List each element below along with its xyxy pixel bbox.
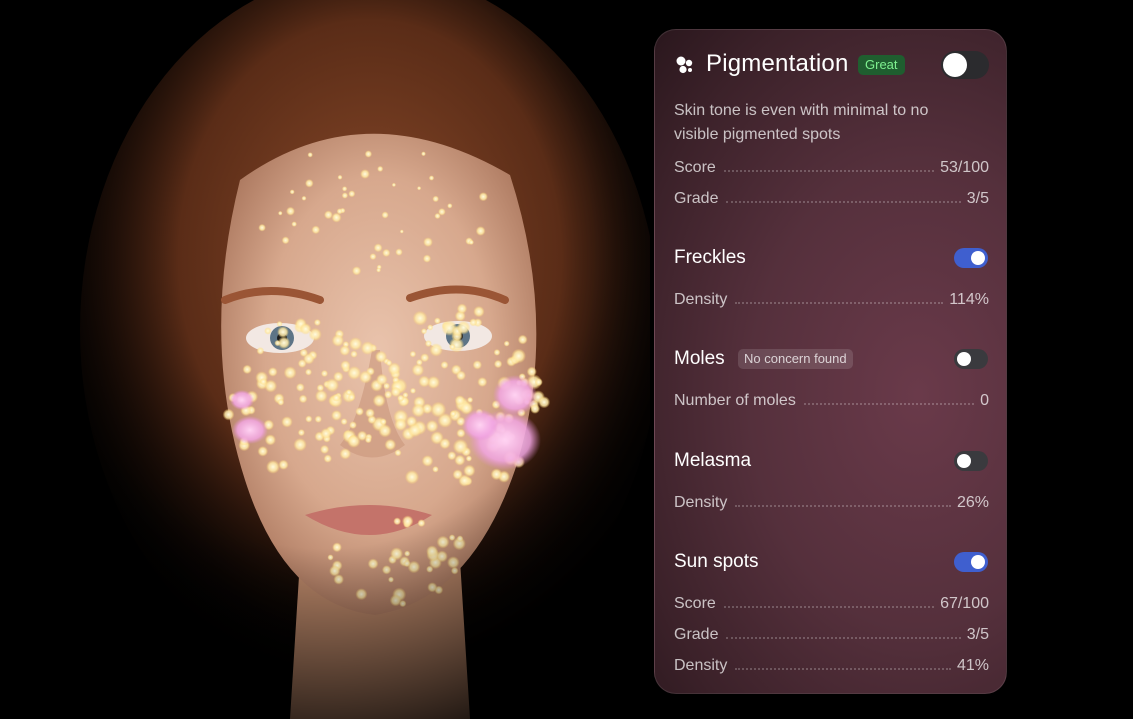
- score-label: Score: [674, 595, 716, 612]
- leader-dots: [726, 201, 961, 203]
- pigmentation-panel: Pigmentation Great Skin tone is even wit…: [654, 29, 1007, 694]
- toggle-knob: [957, 454, 971, 468]
- score-row: Score 53/100: [674, 155, 989, 177]
- pigmentation-dots-icon: [676, 56, 693, 74]
- leader-dots: [735, 668, 951, 670]
- leader-dots: [803, 403, 975, 405]
- moles-toggle[interactable]: [954, 349, 988, 369]
- grade-label: Grade: [674, 626, 719, 643]
- sun-spots-score-row: Score 67/100: [674, 591, 989, 613]
- density-value: 114%: [949, 291, 989, 308]
- density-label: Density: [674, 657, 728, 674]
- panel-description: Skin tone is even with minimal to no vis…: [674, 102, 929, 143]
- panel-title: Pigmentation: [706, 50, 849, 77]
- leader-dots: [735, 302, 944, 304]
- density-label: Density: [674, 494, 728, 511]
- score-value: 67/100: [940, 595, 989, 612]
- freckles-title: Freckles: [674, 247, 746, 268]
- grade-value: 3/5: [966, 626, 989, 643]
- sun-spots-grade-row: Grade 3/5: [674, 622, 989, 644]
- sun-spots-density-row: Density 41%: [674, 653, 989, 675]
- moles-title: Moles: [674, 348, 725, 369]
- sun-spots-toggle[interactable]: [954, 552, 988, 572]
- grade-value: 3/5: [966, 190, 989, 207]
- density-value: 26%: [956, 494, 989, 511]
- melasma-title: Melasma: [674, 450, 752, 471]
- leader-dots: [726, 637, 961, 639]
- grade-row: Grade 3/5: [674, 186, 989, 208]
- toggle-knob: [971, 555, 985, 569]
- count-label: Number of moles: [674, 392, 796, 409]
- leader-dots: [723, 170, 935, 172]
- leader-dots: [723, 606, 935, 608]
- count-value: 0: [980, 392, 989, 409]
- density-label: Density: [674, 291, 728, 308]
- density-value: 41%: [956, 657, 989, 674]
- face-illustration: [0, 0, 650, 719]
- freckles-toggle[interactable]: [954, 248, 988, 268]
- leader-dots: [735, 505, 951, 507]
- toggle-knob: [957, 352, 971, 366]
- face-analysis-image: [0, 0, 650, 719]
- melasma-toggle[interactable]: [954, 451, 988, 471]
- toggle-knob: [943, 53, 967, 77]
- moles-count-row: Number of moles 0: [674, 388, 989, 410]
- grade-label: Grade: [674, 190, 719, 207]
- score-label: Score: [674, 159, 716, 176]
- moles-badge: No concern found: [738, 349, 853, 369]
- score-value: 53/100: [940, 159, 989, 176]
- status-badge: Great: [858, 55, 905, 75]
- sun-spots-title: Sun spots: [674, 551, 759, 572]
- freckles-density-row: Density 114%: [674, 287, 989, 309]
- melasma-density-row: Density 26%: [674, 490, 989, 512]
- toggle-knob: [971, 251, 985, 265]
- pigmentation-toggle[interactable]: [941, 51, 989, 79]
